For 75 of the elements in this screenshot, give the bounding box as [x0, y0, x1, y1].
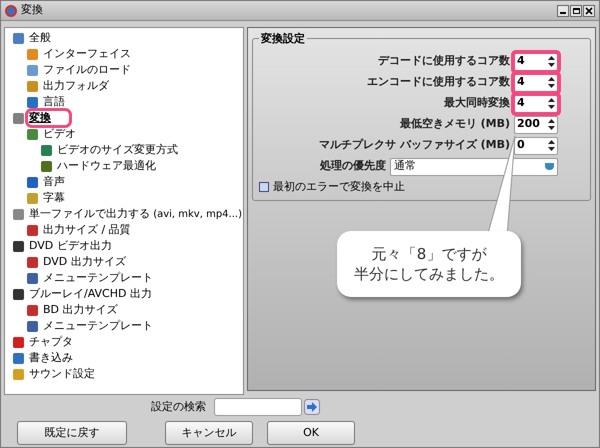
tree-item-icon: [13, 352, 24, 364]
tree-item[interactable]: ビデオのサイズ変更方式: [56, 143, 179, 157]
close-icon[interactable]: [583, 4, 595, 16]
tree-item-icon: [27, 224, 38, 236]
maximize-icon[interactable]: [570, 4, 582, 16]
tree-item-icon: [13, 368, 24, 380]
tree-item[interactable]: 出力フォルダ: [42, 79, 110, 93]
tree-item[interactable]: 出力サイズ / 品質: [42, 223, 132, 237]
spin-field[interactable]: 0: [514, 136, 558, 154]
arrow-right-icon[interactable]: [304, 399, 320, 415]
tree-item-icon: [27, 64, 38, 76]
tree-item-icon: [27, 304, 38, 316]
tree-item[interactable]: 変換: [28, 111, 69, 125]
field-label: 処理の優先度: [320, 158, 386, 174]
spin-arrows-icon: [548, 56, 555, 67]
spin-field[interactable]: 4: [514, 52, 558, 70]
tree-item-icon: [27, 128, 38, 140]
window-title: 変換: [21, 2, 43, 18]
priority-dropdown[interactable]: 通常: [390, 158, 558, 176]
field-label: デコードに使用するコア数: [378, 53, 510, 70]
spin-arrows-icon: [548, 119, 555, 130]
tree-item[interactable]: チャプタ: [28, 335, 74, 349]
app-icon: [5, 4, 17, 16]
tree-item-icon: [27, 96, 38, 108]
tree-item[interactable]: 単一ファイルで出力する (avi, mkv, mp4...): [28, 206, 243, 222]
tree-item[interactable]: サウンド設定: [28, 367, 96, 381]
field-label: 最低空きメモリ (MB): [400, 116, 510, 132]
dialog-button[interactable]: 既定に戻す: [17, 421, 127, 445]
dialog-button[interactable]: OK: [267, 421, 355, 445]
tree-item-icon: [13, 112, 24, 124]
tree-item[interactable]: ファイルのロード: [42, 63, 132, 77]
tree-item[interactable]: ビデオ: [42, 127, 77, 141]
tree-item[interactable]: 音声: [42, 175, 66, 189]
tree-item[interactable]: ブルーレイ/AVCHD 出力: [28, 287, 153, 301]
tree-item-icon: [13, 240, 24, 252]
field-label: 最大同時変換: [444, 95, 510, 112]
tree-item-icon: [41, 160, 52, 172]
tree-item[interactable]: DVD ビデオ出力: [28, 239, 113, 253]
callout-text: 半分にしてみました。: [354, 264, 504, 284]
tree-item[interactable]: BD 出力サイズ: [42, 303, 119, 317]
minimize-icon[interactable]: [557, 4, 569, 16]
tree-item[interactable]: インターフェイス: [42, 47, 132, 61]
tree-item[interactable]: 字幕: [42, 191, 66, 205]
tree-item-icon: [27, 272, 38, 284]
tree-item-icon: [41, 144, 52, 156]
tree-item-icon: [27, 192, 38, 204]
tree-item[interactable]: 全般: [28, 31, 52, 45]
tree-item-icon: [13, 288, 24, 300]
tree-item-icon: [27, 48, 38, 60]
search-label: 設定の検索: [151, 398, 206, 415]
spin-arrows-icon: [548, 77, 555, 88]
field-label: マルチプレクサ バッファサイズ (MB): [318, 137, 510, 154]
tree-item[interactable]: ハードウェア最適化: [56, 159, 157, 173]
spin-arrows-icon: [548, 140, 555, 151]
tree-item-icon: [27, 320, 38, 332]
tree-item[interactable]: DVD 出力サイズ: [42, 255, 127, 269]
tree-item[interactable]: 書き込み: [28, 351, 74, 365]
tree-item-icon: [13, 32, 24, 44]
checkbox-label: 最初のエラーで変換を中止: [273, 179, 405, 195]
tree-item[interactable]: 言語: [42, 95, 66, 109]
spin-field[interactable]: 200: [514, 116, 558, 134]
dialog-button[interactable]: キャンセル: [165, 421, 253, 445]
spin-field[interactable]: 4: [514, 74, 558, 92]
tree-item-icon: [27, 80, 38, 92]
spin-arrows-icon: [548, 98, 555, 109]
field-label: エンコードに使用するコア数: [367, 74, 510, 90]
tree-item[interactable]: メニューテンプレート: [42, 319, 154, 333]
checkbox[interactable]: [259, 182, 269, 192]
tree-item[interactable]: メニューテンプレート: [42, 271, 154, 285]
callout-text: 元々「8」ですが: [372, 244, 486, 264]
search-field[interactable]: [214, 398, 302, 416]
tree-item-icon: [13, 208, 24, 220]
tree-item-icon: [13, 336, 24, 348]
tree-item-icon: [27, 256, 38, 268]
tree-item-icon: [27, 176, 38, 188]
